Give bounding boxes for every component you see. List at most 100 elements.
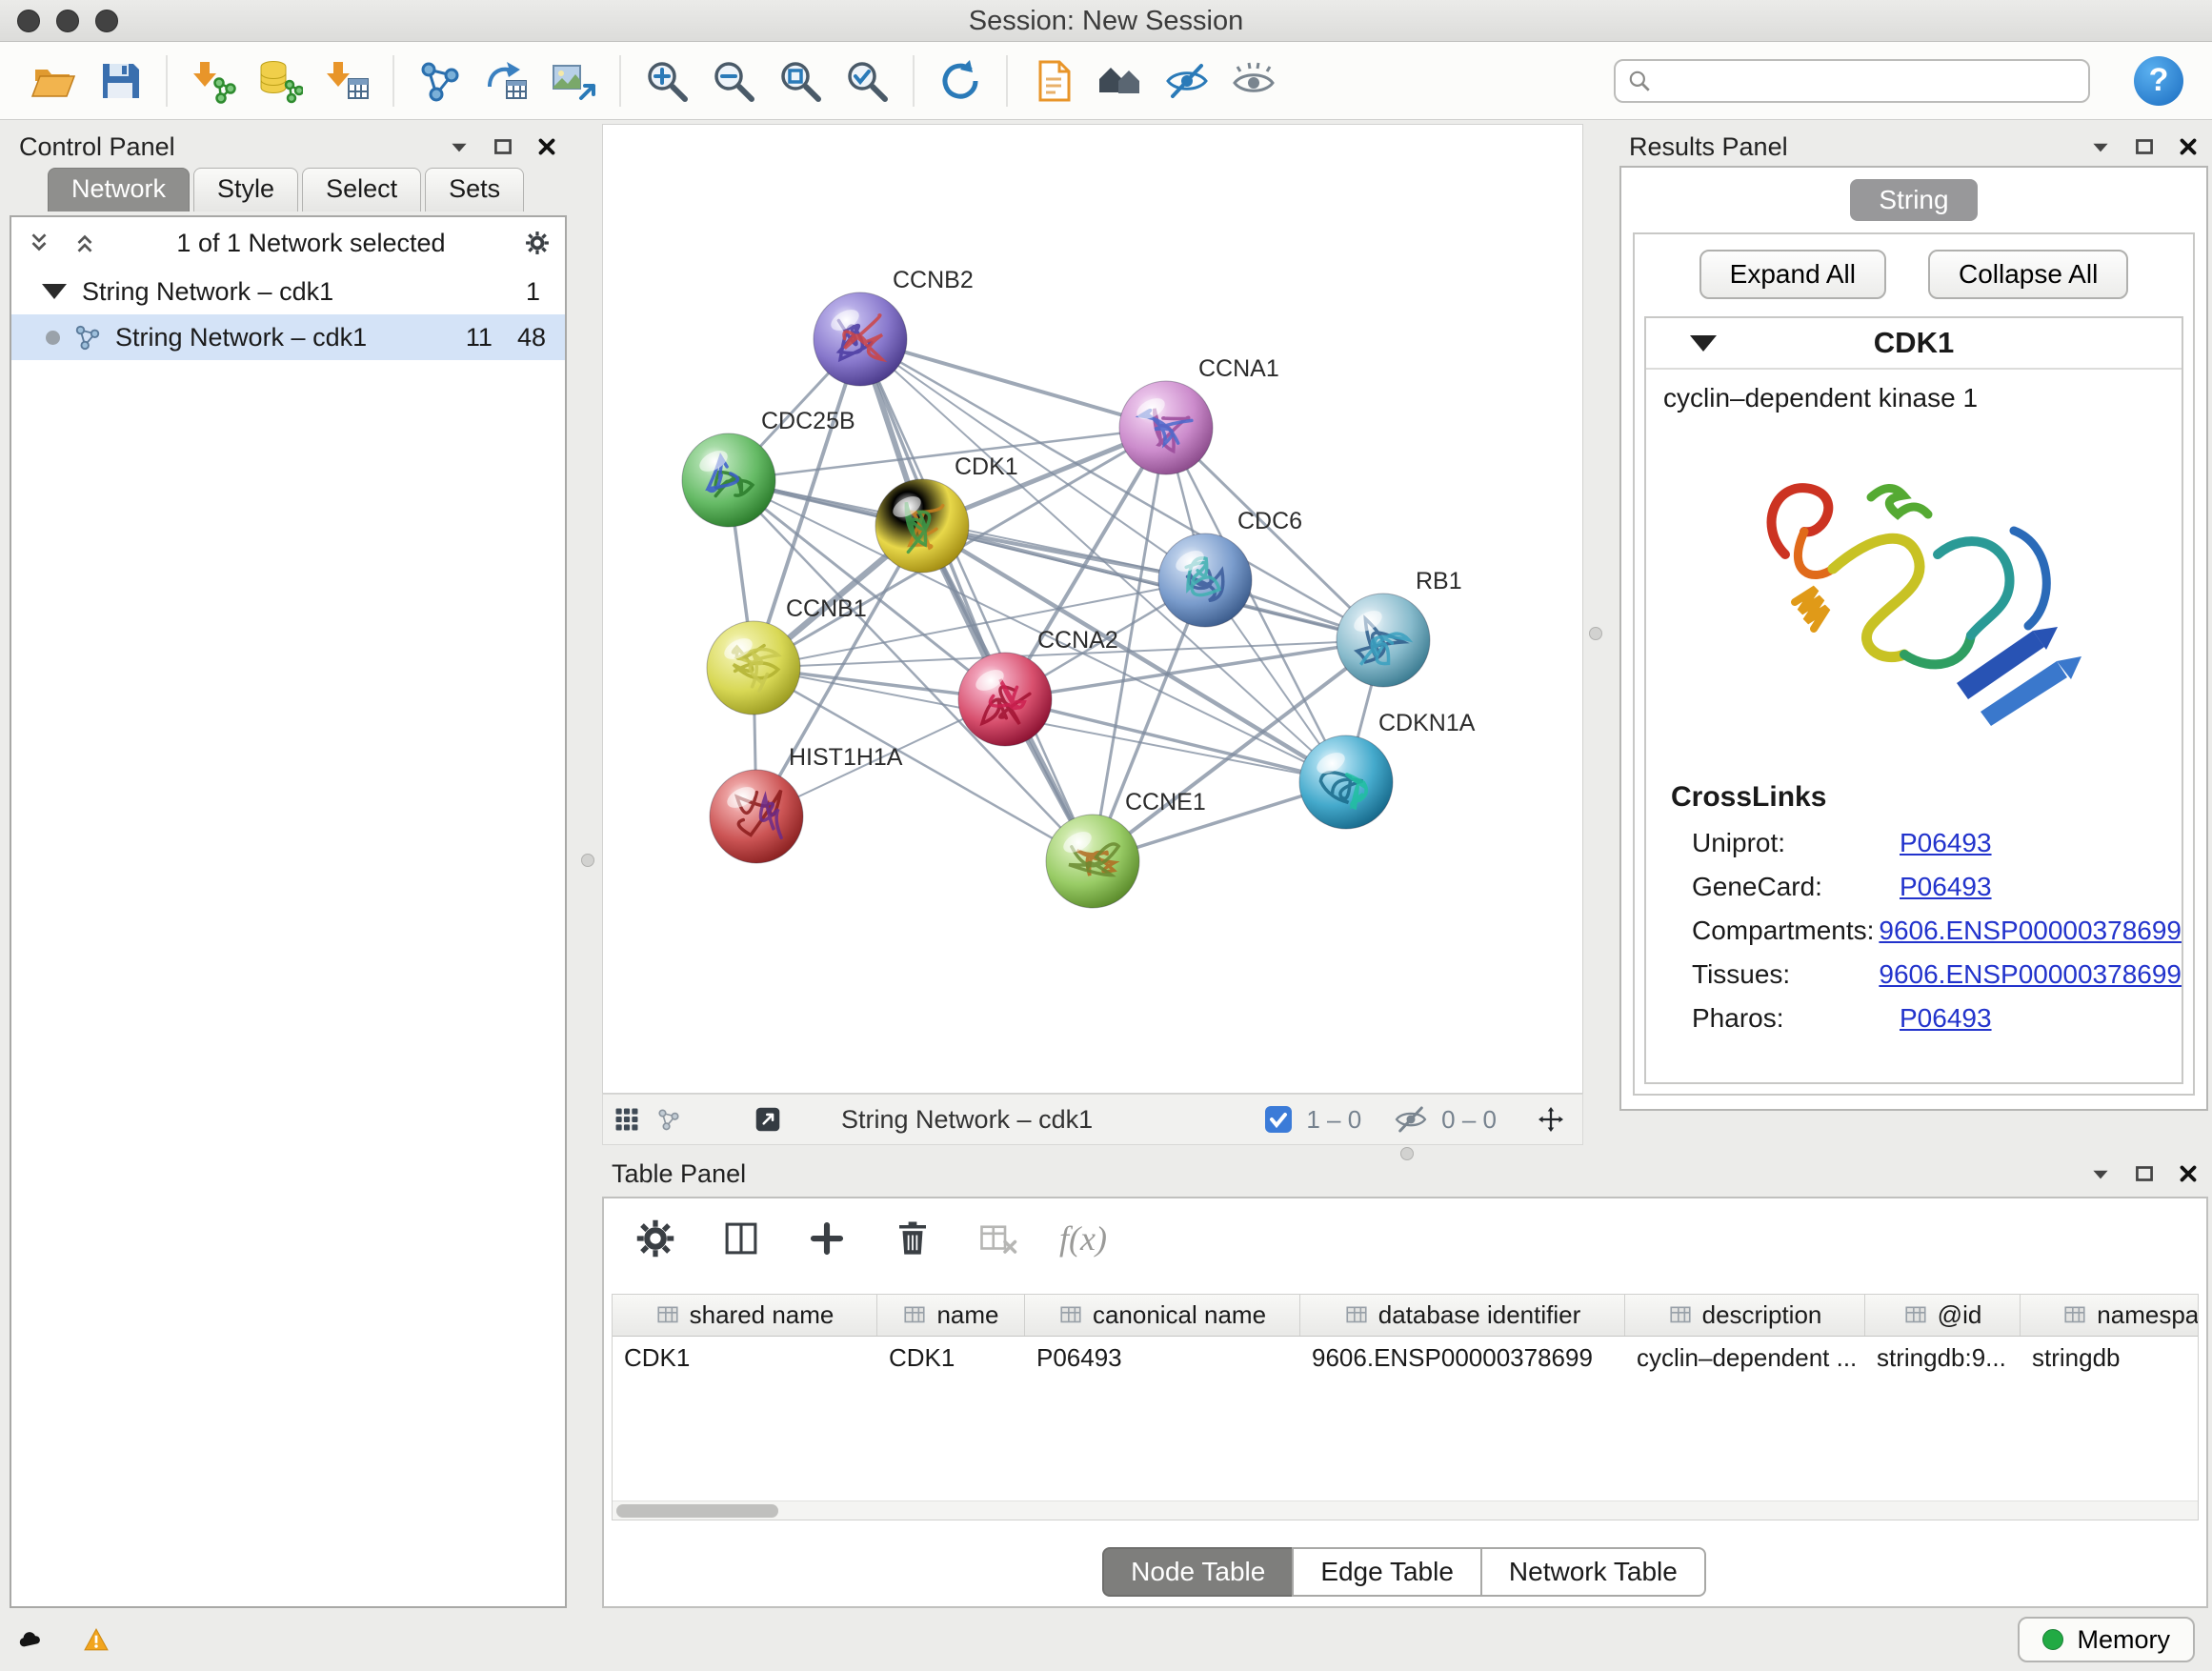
panel-close-button[interactable] — [534, 134, 559, 159]
detach-view-button[interactable] — [755, 1107, 780, 1132]
panel-menu-button[interactable] — [2088, 134, 2113, 159]
crosslink-link[interactable]: P06493 — [1900, 872, 1992, 902]
table-cell[interactable]: CDK1 — [877, 1337, 1025, 1379]
pan-mode-button[interactable] — [1538, 1107, 1563, 1132]
panel-float-button[interactable] — [491, 134, 515, 159]
tab-select[interactable]: Select — [302, 168, 421, 211]
column-header--id[interactable]: @id — [1865, 1295, 2021, 1336]
search-input[interactable] — [1659, 65, 2077, 96]
network-node-cdc6[interactable] — [1158, 534, 1252, 627]
warnings-button[interactable] — [84, 1627, 109, 1652]
collapse-caret-icon[interactable] — [1690, 335, 1717, 352]
open-session-button[interactable] — [23, 50, 84, 111]
column-header-namespace[interactable]: namespace — [2021, 1295, 2199, 1336]
panel-float-button[interactable] — [2132, 134, 2157, 159]
network-node-hist1h1a[interactable] — [710, 770, 803, 863]
network-node-rb1[interactable] — [1337, 594, 1430, 687]
show-all-button[interactable] — [1223, 50, 1284, 111]
network-node-cdkn1a[interactable] — [1299, 735, 1393, 829]
table-cell[interactable]: 9606.ENSP00000378699 — [1300, 1337, 1625, 1379]
horizontal-scrollbar[interactable] — [613, 1500, 2198, 1520]
network-share-view-button[interactable] — [656, 1107, 681, 1132]
import-table-button[interactable] — [316, 50, 377, 111]
help-button[interactable]: ? — [2134, 56, 2183, 106]
network-row-selected[interactable]: String Network – cdk1 11 48 — [11, 314, 565, 360]
table-cell[interactable]: stringdb — [2021, 1337, 2199, 1379]
zoom-selected-button[interactable] — [836, 50, 897, 111]
crosslink-link[interactable]: 9606.ENSP00000378699 — [1879, 916, 2182, 946]
delete-column-button[interactable] — [888, 1214, 937, 1263]
table-options-button[interactable] — [631, 1214, 680, 1263]
import-network-database-button[interactable] — [250, 50, 311, 111]
grid-view-button[interactable] — [614, 1107, 639, 1132]
network-edge[interactable] — [1005, 699, 1346, 782]
vertical-splitter-handle[interactable] — [1589, 627, 1602, 640]
network-collection-row[interactable]: String Network – cdk1 1 — [11, 269, 565, 314]
show-columns-button[interactable] — [716, 1214, 766, 1263]
network-canvas[interactable]: CCNB2CCNA1CDC25BCDK1CDC6RB1CCNB1CCNA2CDK… — [603, 125, 1582, 1093]
hidden-eye-slash-icon[interactable] — [1394, 1102, 1428, 1137]
column-header-description[interactable]: description — [1625, 1295, 1865, 1336]
network-node-ccne1[interactable] — [1046, 815, 1139, 908]
network-node-ccna2[interactable] — [958, 653, 1052, 746]
panel-float-button[interactable] — [2132, 1161, 2157, 1186]
column-header-canonical-name[interactable]: canonical name — [1025, 1295, 1300, 1336]
tab-network-table[interactable]: Network Table — [1480, 1547, 1706, 1597]
column-header-name[interactable]: name — [877, 1295, 1025, 1336]
selected-checkbox-icon[interactable] — [1264, 1105, 1293, 1134]
memory-button[interactable]: Memory — [2018, 1617, 2195, 1662]
panel-menu-button[interactable] — [447, 134, 472, 159]
import-network-file-button[interactable] — [183, 50, 244, 111]
zoom-fit-button[interactable] — [770, 50, 831, 111]
new-network-button[interactable] — [410, 50, 471, 111]
network-edge[interactable] — [860, 339, 1166, 428]
panel-close-button[interactable] — [2176, 134, 2201, 159]
apply-layout-button[interactable] — [930, 50, 991, 111]
network-options-button[interactable] — [525, 231, 550, 255]
tab-edge-table[interactable]: Edge Table — [1292, 1547, 1482, 1597]
cloud-status-button[interactable] — [17, 1627, 42, 1652]
network-node-ccnb2[interactable] — [814, 292, 907, 386]
network-node-ccnb1[interactable] — [707, 621, 800, 715]
network-node-cdk1[interactable] — [875, 479, 969, 573]
column-header-database-identifier[interactable]: database identifier — [1300, 1295, 1625, 1336]
zoom-out-button[interactable] — [703, 50, 764, 111]
table-cell[interactable]: P06493 — [1025, 1337, 1300, 1379]
expand-all-button[interactable]: Expand All — [1699, 250, 1886, 299]
scrollbar-thumb[interactable] — [616, 1504, 778, 1518]
tree-expand-caret-icon[interactable] — [42, 284, 67, 299]
table-cell[interactable]: stringdb:9... — [1865, 1337, 2021, 1379]
new-table-from-network-button[interactable] — [476, 50, 537, 111]
tab-sets[interactable]: Sets — [425, 168, 524, 211]
panel-menu-button[interactable] — [2088, 1161, 2113, 1186]
table-row[interactable]: CDK1CDK1P064939606.ENSP00000378699cyclin… — [613, 1337, 2199, 1379]
delete-table-button[interactable] — [974, 1214, 1023, 1263]
table-cell[interactable]: CDK1 — [613, 1337, 877, 1379]
expand-all-networks-button[interactable] — [72, 231, 97, 255]
add-column-button[interactable] — [802, 1214, 852, 1263]
column-header-shared-name[interactable]: shared name — [613, 1295, 877, 1336]
publication-document-button[interactable] — [1023, 50, 1084, 111]
horizontal-splitter-handle[interactable] — [1400, 1147, 1414, 1160]
network-node-cdc25b[interactable] — [682, 433, 775, 527]
save-session-button[interactable] — [90, 50, 151, 111]
tab-network[interactable]: Network — [48, 168, 190, 211]
crosslink-link[interactable]: P06493 — [1900, 1003, 1992, 1034]
tab-string[interactable]: String — [1850, 179, 1977, 221]
collapse-all-networks-button[interactable] — [27, 231, 51, 255]
network-node-ccna1[interactable] — [1119, 381, 1213, 474]
crosslink-link[interactable]: 9606.ENSP00000378699 — [1879, 959, 2182, 990]
zoom-in-button[interactable] — [636, 50, 697, 111]
function-builder-button[interactable]: f(x) — [1059, 1218, 1107, 1258]
gene-card-header[interactable]: CDK1 — [1646, 318, 2182, 370]
network-edge[interactable] — [860, 339, 1093, 861]
vertical-splitter-handle[interactable] — [581, 854, 594, 867]
birds-eye-view-button[interactable] — [1090, 50, 1151, 111]
table-cell[interactable]: cyclin–dependent ... — [1625, 1337, 1865, 1379]
hide-selected-button[interactable] — [1156, 50, 1217, 111]
collapse-all-button[interactable]: Collapse All — [1928, 250, 2128, 299]
tab-style[interactable]: Style — [193, 168, 298, 211]
panel-close-button[interactable] — [2176, 1161, 2201, 1186]
crosslink-link[interactable]: P06493 — [1900, 828, 1992, 858]
tab-node-table[interactable]: Node Table — [1102, 1547, 1294, 1597]
